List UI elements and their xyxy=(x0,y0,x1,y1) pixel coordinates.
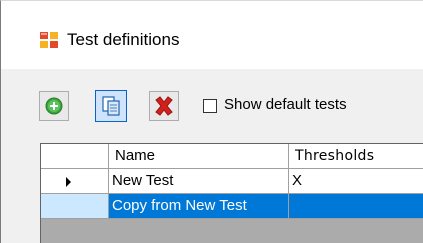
window-title: Test definitions xyxy=(67,30,180,49)
current-row-arrow-icon xyxy=(66,177,71,187)
row-header[interactable] xyxy=(41,169,109,194)
title-bar[interactable]: Test definitions xyxy=(1,1,423,69)
tests-grid[interactable]: Name Thresholds New Test X Copy from New… xyxy=(40,143,423,243)
cell-name[interactable]: New Test xyxy=(109,169,289,194)
copy-test-button[interactable] xyxy=(95,90,127,122)
cell-name-selected[interactable]: Copy from New Test xyxy=(109,194,289,219)
column-header-thresholds[interactable]: Thresholds xyxy=(289,144,423,169)
copy-icon xyxy=(102,96,120,116)
app-window-icon xyxy=(40,32,58,48)
row-header-selected[interactable] xyxy=(41,194,109,219)
delete-x-icon xyxy=(155,96,173,116)
test-definitions-window: Test definitions Show default tests Name… xyxy=(0,0,423,243)
delete-test-button[interactable] xyxy=(149,91,179,121)
show-default-tests-label[interactable]: Show default tests xyxy=(224,96,347,114)
cell-thresholds[interactable]: X xyxy=(289,169,423,194)
cell-thresholds-selected[interactable] xyxy=(289,194,423,219)
grid-corner-header xyxy=(41,144,109,169)
show-default-tests-checkbox[interactable] xyxy=(203,99,217,113)
add-circle-icon xyxy=(45,97,63,115)
column-header-name[interactable]: Name xyxy=(109,144,289,169)
add-test-button[interactable] xyxy=(39,91,69,121)
client-area: Show default tests Name Thresholds New T… xyxy=(1,69,423,243)
